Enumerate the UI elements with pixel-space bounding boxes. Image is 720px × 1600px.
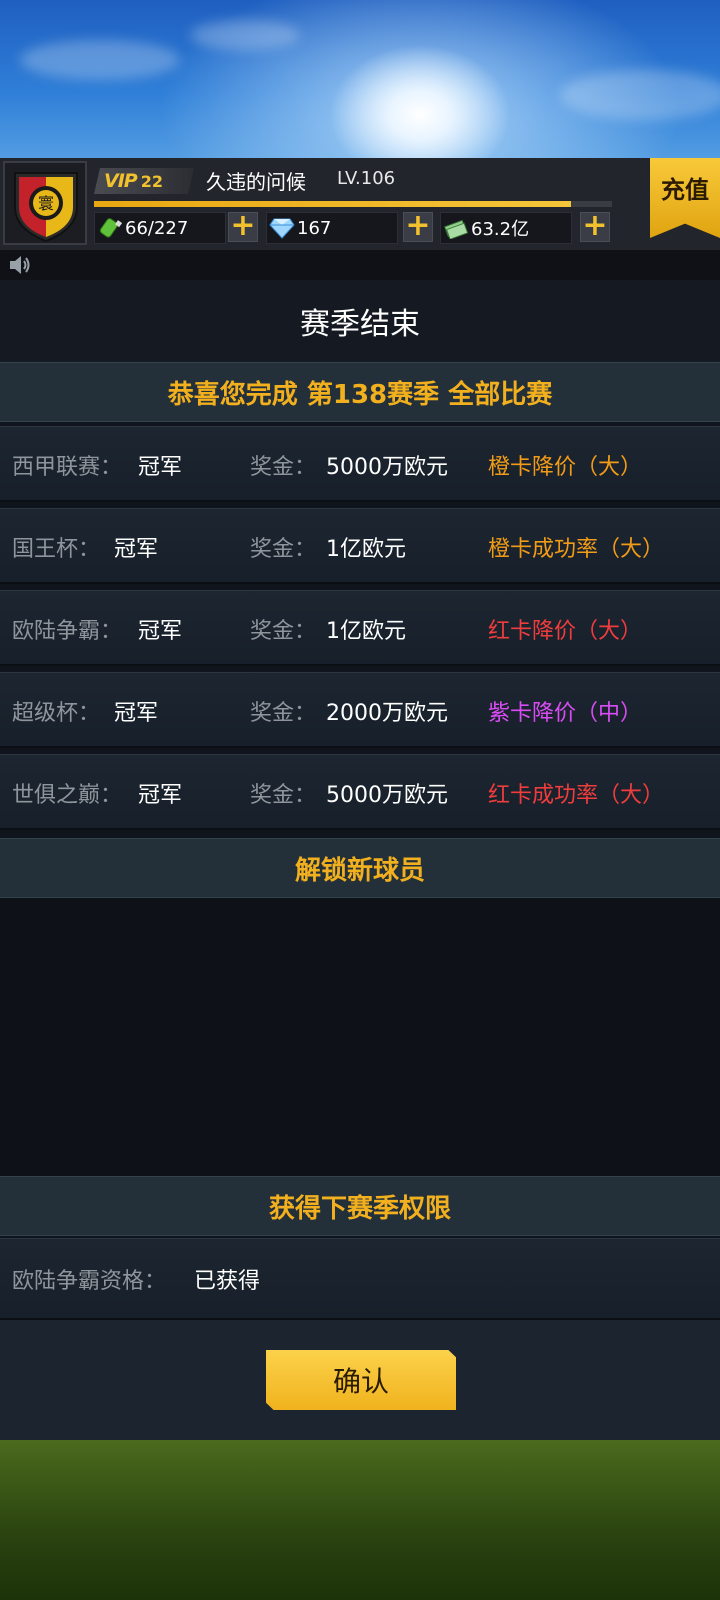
diamond-display: 167: [266, 212, 398, 244]
diamond-value: 167: [297, 217, 332, 239]
stamina-display: 66/227: [94, 212, 226, 244]
competition-name: 欧陆争霸：: [12, 619, 123, 644]
next-season-header: 获得下赛季权限: [0, 1176, 720, 1236]
page-title: 赛季结束: [300, 307, 420, 342]
svg-text:寰: 寰: [38, 194, 54, 213]
competition-name: 西甲联赛：: [12, 455, 123, 480]
confirm-area: 确认: [0, 1320, 720, 1440]
prize-label: 奖金：: [250, 537, 317, 562]
player-header: 寰 VIP 22 久违的问候 LV.106 66/227 + 167 + 63.…: [0, 158, 720, 250]
result-row: 超级杯： 冠军 奖金： 2000万欧元 紫卡降价（中）: [0, 672, 720, 748]
sound-bar: [0, 250, 720, 280]
prize-amount: 1亿欧元: [326, 537, 406, 562]
cash-display: 63.2亿: [440, 212, 572, 244]
unlock-players-title: 解锁新球员: [294, 855, 425, 886]
reward-text: 紫卡降价（中）: [488, 701, 643, 726]
sky-background: [0, 0, 720, 170]
reward-text: 红卡降价（大）: [488, 619, 643, 644]
competition-rank: 冠军: [138, 783, 183, 808]
qualification-row: 欧陆争霸资格： 已获得: [0, 1238, 720, 1320]
club-badge[interactable]: 寰: [3, 161, 87, 245]
vip-label: VIP: [104, 170, 138, 192]
reward-text: 橙卡成功率（大）: [488, 537, 665, 562]
prize-label: 奖金：: [250, 701, 317, 726]
add-diamond-button[interactable]: +: [403, 207, 433, 243]
result-row: 欧陆争霸： 冠军 奖金： 1亿欧元 红卡降价（大）: [0, 590, 720, 666]
competition-rank: 冠军: [114, 537, 159, 562]
plus-icon: +: [582, 207, 608, 243]
qualification-value: 已获得: [194, 1269, 261, 1294]
stamina-bottle-icon: [97, 216, 123, 240]
competition-name: 国王杯：: [12, 537, 101, 562]
result-row: 国王杯： 冠军 奖金： 1亿欧元 橙卡成功率（大）: [0, 508, 720, 584]
result-row: 西甲联赛： 冠军 奖金： 5000万欧元 橙卡降价（大）: [0, 426, 720, 502]
unlocked-players-list: [0, 898, 720, 1176]
club-crest-icon: 寰: [14, 172, 78, 243]
cash-value: 63.2亿: [471, 219, 530, 240]
recharge-label: 充值: [661, 176, 709, 204]
player-name: 久违的问候: [206, 170, 306, 194]
unlock-players-header: 解锁新球员: [0, 838, 720, 898]
vip-badge: VIP 22: [94, 168, 194, 194]
stamina-value: 66/227: [125, 217, 189, 239]
add-cash-button[interactable]: +: [580, 207, 610, 243]
competition-name: 超级杯：: [12, 701, 101, 726]
congrats-header: 恭喜您完成 第138赛季 全部比赛: [0, 362, 720, 422]
prize-label: 奖金：: [250, 619, 317, 644]
reward-text: 红卡成功率（大）: [488, 783, 665, 808]
plus-icon: +: [405, 207, 431, 243]
prize-label: 奖金：: [250, 783, 317, 808]
cash-icon: [443, 216, 469, 240]
prize-amount: 1亿欧元: [326, 619, 406, 644]
prize-amount: 2000万欧元: [326, 701, 448, 726]
reward-text: 橙卡降价（大）: [488, 455, 643, 480]
congrats-text: 恭喜您完成 第138赛季 全部比赛: [168, 374, 552, 411]
plus-icon: +: [230, 207, 256, 243]
confirm-button[interactable]: 确认: [266, 1350, 456, 1410]
xp-progress-bar: [94, 201, 612, 207]
season-number: 138: [332, 379, 388, 410]
confirm-label: 确认: [332, 1365, 389, 1398]
player-level: LV.106: [337, 168, 396, 189]
competition-rank: 冠军: [138, 455, 183, 480]
congrats-prefix: 恭喜您完成 第: [167, 379, 333, 410]
prize-amount: 5000万欧元: [326, 783, 448, 808]
prize-amount: 5000万欧元: [326, 455, 448, 480]
competition-rank: 冠军: [138, 619, 183, 644]
next-season-title: 获得下赛季权限: [268, 1193, 451, 1224]
qualification-label: 欧陆争霸资格：: [12, 1269, 167, 1294]
vip-level: 22: [140, 171, 163, 191]
speaker-icon[interactable]: [8, 254, 32, 276]
congrats-suffix: 赛季 全部比赛: [387, 379, 553, 410]
competition-rank: 冠军: [114, 701, 159, 726]
diamond-icon: [269, 216, 295, 240]
recharge-button[interactable]: 充值: [650, 158, 720, 238]
result-row: 世俱之巅： 冠军 奖金： 5000万欧元 红卡成功率（大）: [0, 754, 720, 830]
season-end-title-bar: 赛季结束: [0, 280, 720, 362]
competition-name: 世俱之巅：: [12, 783, 123, 808]
xp-progress-fill: [94, 201, 571, 207]
pitch-background: [0, 1440, 720, 1600]
add-stamina-button[interactable]: +: [228, 207, 258, 243]
prize-label: 奖金：: [250, 455, 317, 480]
